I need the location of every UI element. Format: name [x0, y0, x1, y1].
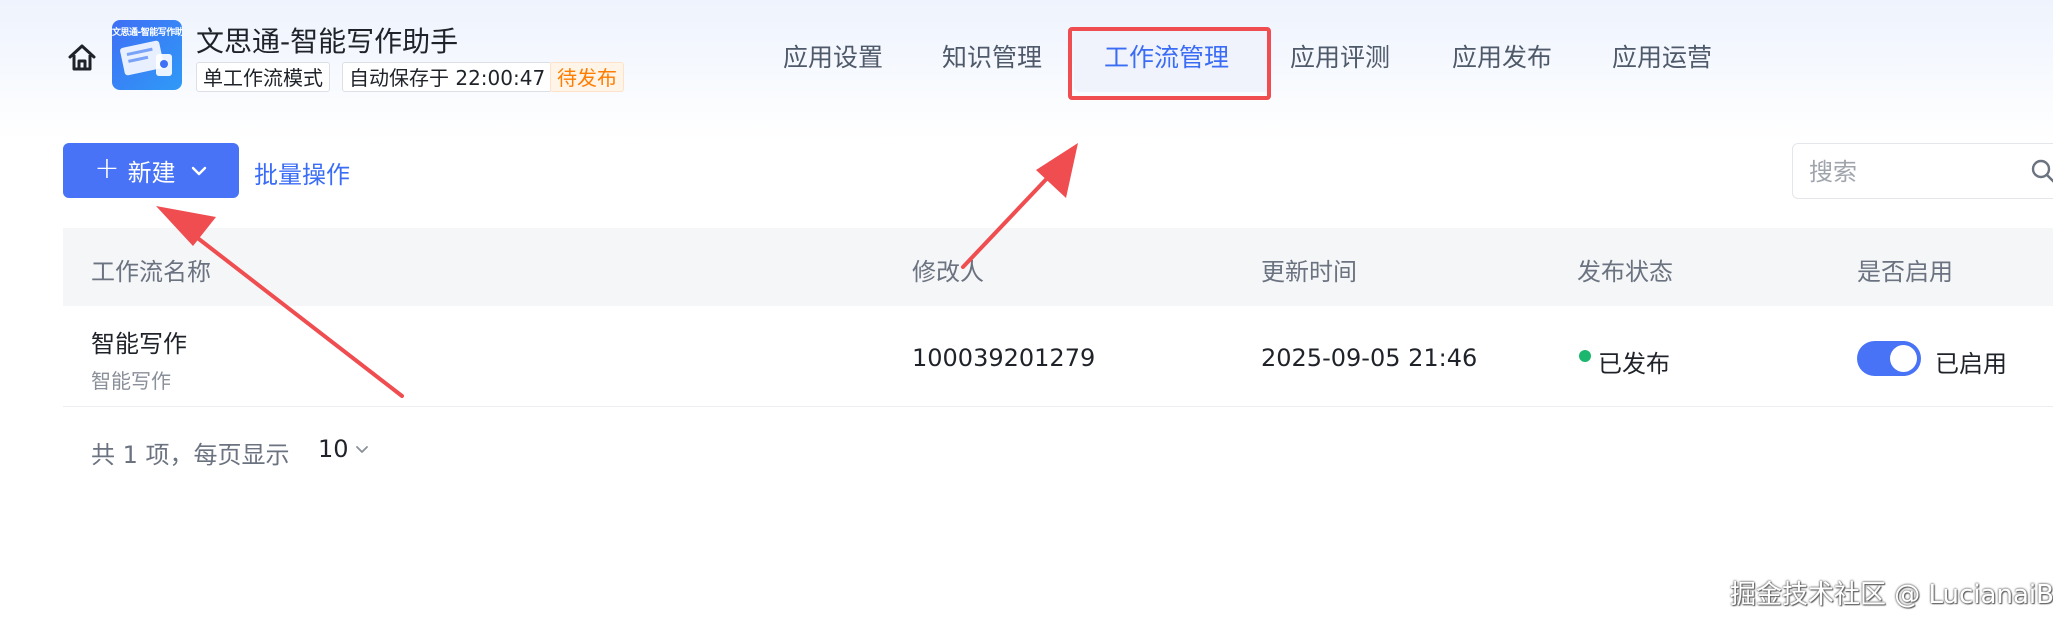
home-icon[interactable]: [66, 42, 98, 74]
publish-status-text: 已发布: [1598, 350, 1670, 378]
column-header-status: 发布状态: [1577, 258, 1673, 286]
highlight-box: [1068, 27, 1271, 100]
tab-app-settings[interactable]: 应用设置: [783, 38, 883, 74]
search-icon[interactable]: [2030, 158, 2053, 184]
page: 文思通-智能写作助 文思通-智能写作助手 单工作流模式 自动保存于 22:00:…: [0, 0, 2053, 622]
search-input[interactable]: [1807, 154, 2011, 190]
column-header-name: 工作流名称: [91, 258, 211, 286]
app-logo: 文思通-智能写作助: [112, 20, 182, 90]
enable-toggle[interactable]: [1857, 341, 1921, 376]
watermark: 掘金技术社区 @ LucianaiB: [1730, 580, 2053, 610]
modifier-cell: 100039201279: [912, 344, 1096, 372]
tab-publish[interactable]: 应用发布: [1452, 38, 1552, 74]
page-size-select[interactable]: 10: [318, 435, 349, 463]
column-header-enabled: 是否启用: [1857, 258, 1953, 286]
chevron-down-icon: [191, 166, 206, 175]
tab-operations[interactable]: 应用运营: [1612, 38, 1712, 74]
app-title: 文思通-智能写作助手: [196, 25, 459, 58]
tab-knowledge[interactable]: 知识管理: [942, 38, 1042, 74]
workflow-name[interactable]: 智能写作: [91, 324, 187, 359]
chevron-down-icon[interactable]: [353, 440, 371, 458]
column-header-updated: 更新时间: [1261, 258, 1357, 286]
enabled-label: 已启用: [1935, 350, 2007, 378]
new-button[interactable]: + 新建: [63, 143, 239, 198]
mode-tag: 单工作流模式: [196, 62, 330, 92]
table-header: [63, 228, 2053, 306]
search-box[interactable]: [1792, 143, 2053, 199]
autosave-tag: 自动保存于 22:00:47: [342, 62, 553, 92]
new-button-label: 新建: [127, 159, 176, 187]
plus-icon: +: [94, 151, 120, 186]
updated-time-cell: 2025-09-05 21:46: [1261, 344, 1478, 372]
tab-evaluation[interactable]: 应用评测: [1290, 38, 1390, 74]
pagination-summary: 共 1 项，每页显示: [91, 441, 290, 469]
batch-operation-link[interactable]: 批量操作: [254, 155, 350, 190]
workflow-description: 智能写作: [91, 369, 171, 393]
toggle-knob: [1890, 345, 1917, 372]
status-badge: 待发布: [550, 62, 624, 92]
app-logo-text: 文思通-智能写作助: [112, 28, 182, 38]
published-status-dot: [1579, 350, 1591, 362]
column-header-modifier: 修改人: [912, 258, 984, 286]
